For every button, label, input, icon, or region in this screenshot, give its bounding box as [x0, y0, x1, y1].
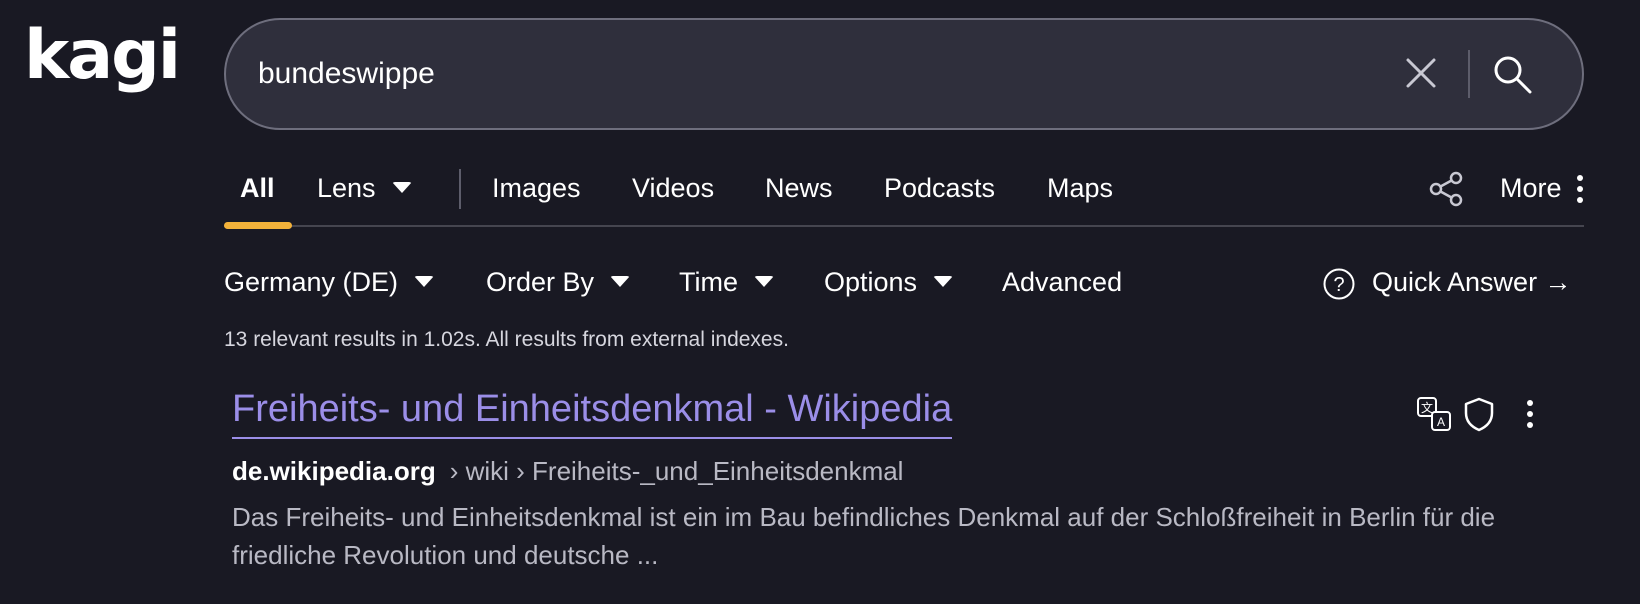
- vertical-dots-icon[interactable]: [1574, 173, 1586, 205]
- region-filter[interactable]: Germany (DE): [224, 267, 435, 298]
- time-filter[interactable]: Time: [679, 267, 774, 298]
- tab-podcasts[interactable]: Podcasts: [884, 173, 995, 204]
- active-tab-indicator: [224, 222, 292, 229]
- svg-text:文: 文: [1421, 400, 1433, 415]
- advanced-filter[interactable]: Advanced: [1002, 267, 1122, 298]
- search-input[interactable]: [258, 20, 1338, 128]
- options-label: Options: [824, 267, 918, 297]
- options-filter[interactable]: Options: [824, 267, 954, 298]
- more-label: More: [1500, 173, 1562, 203]
- result-path: › wiki › Freiheits-_und_Einheitsdenkmal: [449, 456, 904, 486]
- order-by-filter[interactable]: Order By: [486, 267, 631, 298]
- tab-separator: [459, 169, 461, 209]
- tab-lens[interactable]: Lens: [317, 173, 412, 204]
- quick-answer-link[interactable]: Quick Answer →: [1372, 267, 1572, 298]
- search-box: [224, 18, 1584, 130]
- more-menu[interactable]: More: [1500, 173, 1562, 204]
- search-icon[interactable]: [1492, 54, 1534, 96]
- svg-text:?: ?: [1333, 274, 1344, 296]
- chevron-down-icon: [391, 182, 412, 194]
- region-label: Germany (DE): [224, 267, 399, 297]
- search-divider: [1468, 50, 1470, 98]
- tab-lens-label: Lens: [317, 173, 376, 203]
- tab-news[interactable]: News: [765, 173, 833, 204]
- result-url: de.wikipedia.org › wiki › Freiheits-_und_…: [232, 456, 903, 487]
- shield-icon[interactable]: [1462, 396, 1496, 432]
- chevron-down-icon: [933, 276, 954, 288]
- translate-icon[interactable]: 文 A: [1416, 396, 1452, 432]
- result-domain[interactable]: de.wikipedia.org: [232, 456, 436, 486]
- order-by-label: Order By: [486, 267, 595, 297]
- question-circle-icon[interactable]: ?: [1322, 267, 1356, 301]
- result-snippet: Das Freiheits- und Einheitsdenkmal ist e…: [232, 502, 1496, 570]
- close-icon[interactable]: [1402, 54, 1440, 92]
- tab-images[interactable]: Images: [492, 173, 581, 204]
- search-tabs: All Lens Images Videos News Podcasts Map…: [224, 165, 1586, 229]
- kagi-logo[interactable]: kagi: [24, 22, 181, 90]
- share-icon[interactable]: [1428, 171, 1464, 207]
- vertical-dots-icon[interactable]: [1524, 398, 1536, 430]
- chevron-down-icon: [610, 276, 631, 288]
- tab-all-label: All: [240, 173, 275, 203]
- chevron-down-icon: [754, 276, 774, 288]
- tab-videos[interactable]: Videos: [632, 173, 714, 204]
- filter-bar: Germany (DE) Order By Time Options Advan…: [224, 263, 1584, 307]
- chevron-down-icon: [414, 276, 435, 288]
- tab-maps[interactable]: Maps: [1047, 173, 1113, 204]
- time-label: Time: [679, 267, 738, 297]
- results-summary: 13 relevant results in 1.02s. All result…: [224, 328, 789, 351]
- result-actions: 文 A: [1412, 394, 1542, 434]
- tab-all[interactable]: All: [240, 173, 275, 204]
- result-title-link[interactable]: Freiheits- und Einheitsdenkmal - Wikiped…: [232, 388, 953, 439]
- svg-text:A: A: [1437, 415, 1445, 429]
